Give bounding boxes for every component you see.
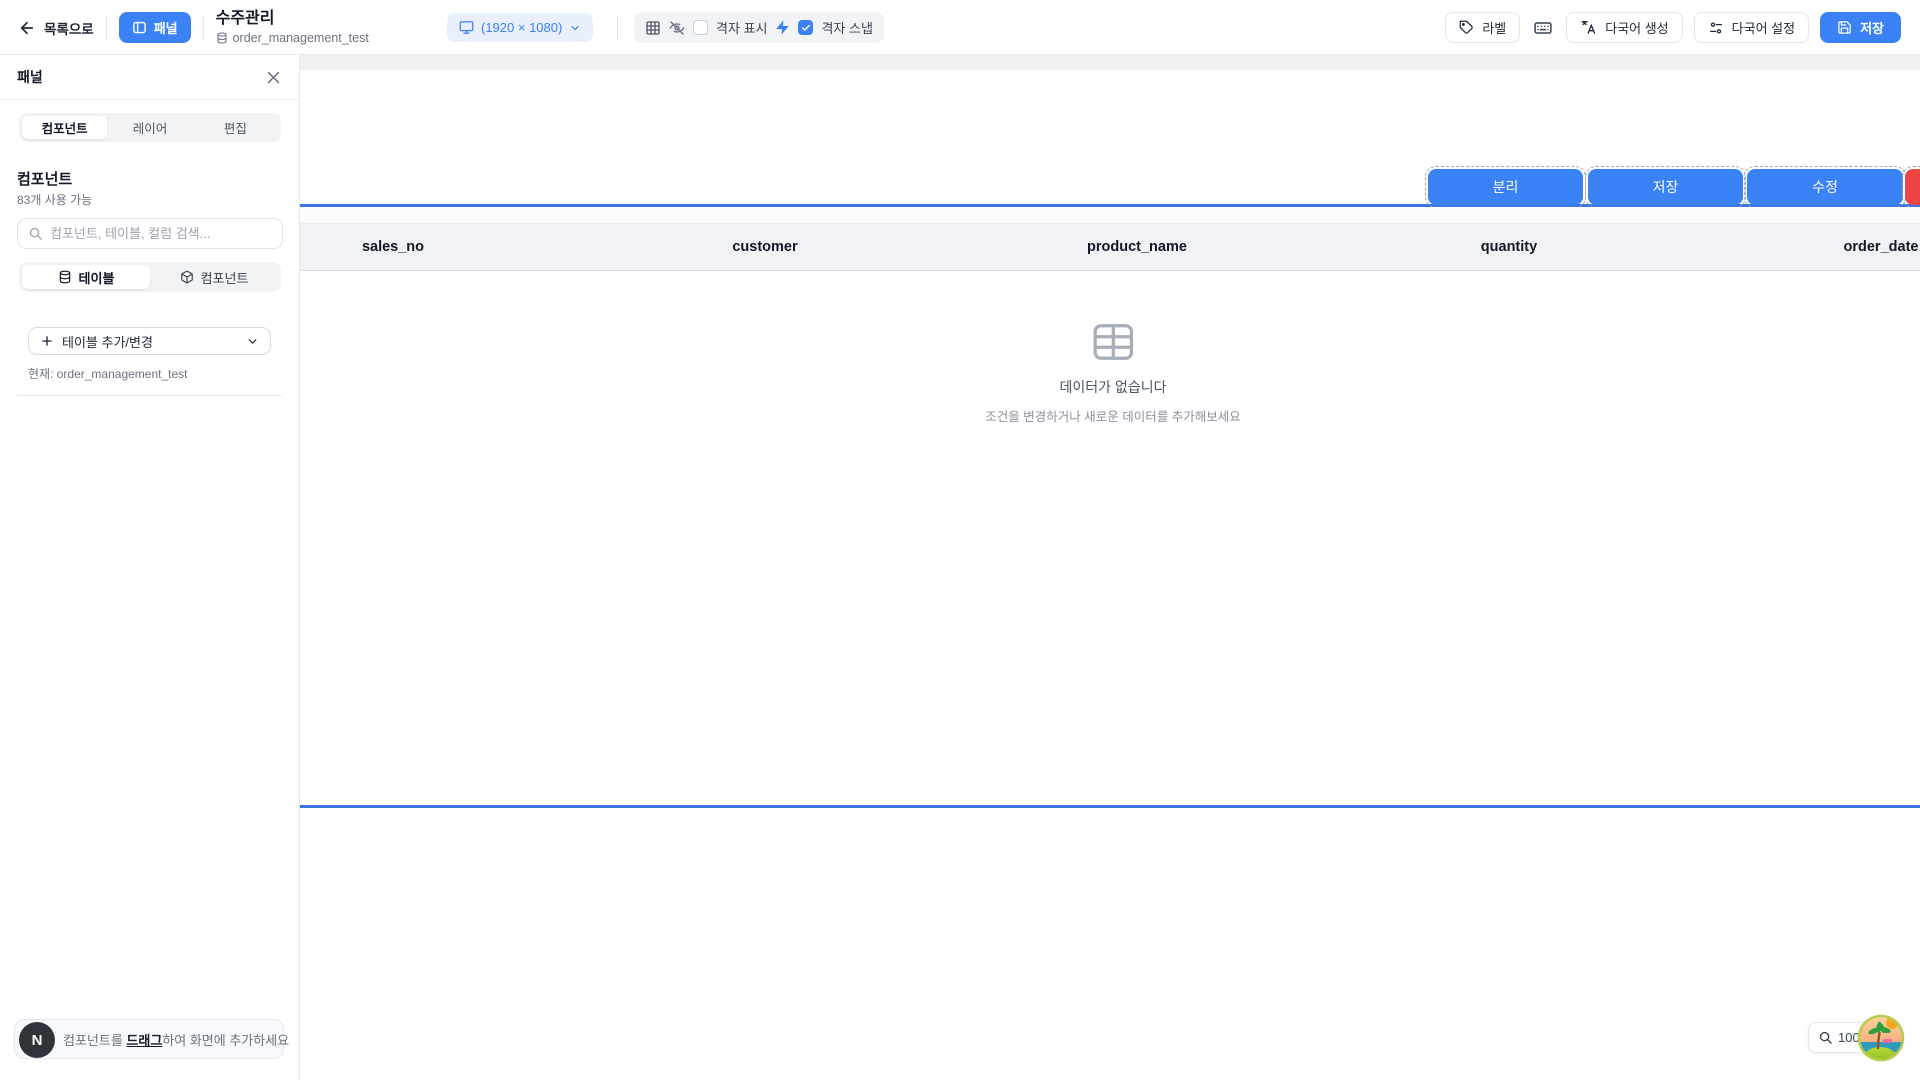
components-section-title: 컴포넌트 <box>17 168 72 189</box>
check-icon <box>801 23 811 33</box>
empty-state-subtitle: 조건을 변경하거나 새로운 데이터를 추가해보세요 <box>985 406 1240 425</box>
grid-icon[interactable] <box>645 20 661 36</box>
search-icon <box>28 226 43 241</box>
current-table-label: 현재: order_management_test <box>28 365 188 382</box>
tab-edit[interactable]: 편집 <box>193 116 278 139</box>
drag-hint-prefix: 컴포넌트를 <box>63 1033 126 1048</box>
eye-off-icon[interactable] <box>669 20 685 36</box>
i18n-generate-label: 다국어 생성 <box>1605 18 1668 37</box>
sidebar-panel-icon <box>132 20 147 35</box>
label-button-text: 라벨 <box>1482 18 1506 37</box>
save-button-label: 저장 <box>1860 18 1884 37</box>
tab-layers[interactable]: 레이어 <box>107 116 192 139</box>
i18n-generate-button[interactable]: 다국어 생성 <box>1566 12 1682 43</box>
empty-state-title: 데이터가 없습니다 <box>1060 377 1167 397</box>
canvas-split-button[interactable]: 분리 <box>1428 169 1583 205</box>
source-tab-components[interactable]: 컴포넌트 <box>150 265 278 289</box>
label-button[interactable]: 라벨 <box>1445 12 1520 43</box>
i18n-settings-label: 다국어 설정 <box>1732 18 1795 37</box>
keyboard-icon <box>1533 18 1553 38</box>
cube-icon <box>180 270 194 284</box>
lightning-icon <box>775 20 790 35</box>
grid-show-checkbox[interactable] <box>693 20 708 35</box>
save-icon <box>1837 20 1852 35</box>
component-search[interactable] <box>17 218 283 249</box>
close-icon <box>265 69 282 86</box>
back-arrow-icon <box>18 19 36 37</box>
grid-header-row: sales_no customer product_name quantity … <box>207 224 1920 271</box>
toolbar-divider <box>617 15 618 41</box>
selection-line-bottom <box>207 805 1920 808</box>
database-icon <box>216 32 228 44</box>
drag-hint-bold: 드래그 <box>126 1033 162 1048</box>
canvas-danger-button[interactable] <box>1905 169 1920 205</box>
source-tab-tables[interactable]: 테이블 <box>22 265 150 289</box>
column-header[interactable]: quantity <box>1323 239 1695 255</box>
page-title: 수주관리 <box>216 10 369 28</box>
back-to-list-label: 목록으로 <box>44 18 94 38</box>
column-header[interactable]: order_date <box>1695 239 1920 255</box>
title-block: 수주관리 order_management_test <box>216 10 369 45</box>
panel-toggle-button[interactable]: 패널 <box>119 12 191 43</box>
resolution-select[interactable]: (1920 × 1080) <box>447 13 593 42</box>
source-tab-bar: 테이블 컴포넌트 <box>19 262 281 292</box>
magnifier-icon <box>1818 1030 1833 1045</box>
column-header[interactable]: product_name <box>951 239 1323 255</box>
source-tab-tables-label: 테이블 <box>79 268 115 287</box>
page-subtitle: order_management_test <box>233 31 369 45</box>
save-button[interactable]: 저장 <box>1820 12 1901 43</box>
translate-icon <box>1580 19 1597 36</box>
source-tab-components-label: 컴포넌트 <box>201 268 249 287</box>
chevron-down-icon <box>246 335 259 348</box>
add-table-label: 테이블 추가/변경 <box>62 332 238 351</box>
chevron-down-icon <box>569 22 581 34</box>
column-header[interactable]: customer <box>579 239 951 255</box>
i18n-settings-button[interactable]: 다국어 설정 <box>1694 12 1809 43</box>
tab-components[interactable]: 컴포넌트 <box>22 116 107 139</box>
resolution-value: (1920 × 1080) <box>481 20 562 35</box>
panel-toggle-label: 패널 <box>154 18 178 37</box>
grid-toolstrip <box>207 207 1920 224</box>
grid-options-group: 격자 표시 격자 스냅 <box>634 12 884 43</box>
toolbar-divider <box>203 15 204 41</box>
sliders-icon <box>1708 20 1724 36</box>
data-grid-component[interactable]: sales_no customer product_name quantity … <box>207 207 1920 805</box>
grid-show-label: 격자 표시 <box>716 18 767 37</box>
presence-avatar: N <box>19 1022 55 1058</box>
back-to-list-button[interactable]: 목록으로 <box>18 18 94 38</box>
component-search-input[interactable] <box>50 226 272 241</box>
panel-divider <box>17 395 282 396</box>
editor-side-panel: 패널 컴포넌트 레이어 편집 컴포넌트 83개 사용 가능 테이블 컴포넌트 테… <box>0 55 300 1080</box>
grid-snap-checkbox[interactable] <box>798 20 813 35</box>
panel-title: 패널 <box>17 67 43 87</box>
tag-icon <box>1459 20 1474 35</box>
toolbar-divider <box>106 15 107 41</box>
grid-snap-label: 격자 스냅 <box>821 18 872 37</box>
drag-hint-suffix: 하여 화면에 추가하세요 <box>162 1033 289 1048</box>
panel-close-button[interactable] <box>265 69 282 86</box>
monitor-icon <box>459 20 474 35</box>
panel-tab-bar: 컴포넌트 레이어 편집 <box>19 113 281 142</box>
plus-icon <box>40 334 54 348</box>
top-toolbar: 목록으로 패널 수주관리 order_management_test (1920… <box>0 0 1920 55</box>
components-count: 83개 사용 가능 <box>17 191 92 208</box>
add-table-button[interactable]: 테이블 추가/변경 <box>28 327 271 355</box>
canvas-save-button[interactable]: 저장 <box>1588 169 1743 205</box>
table-empty-icon <box>1090 321 1136 363</box>
empty-state: 데이터가 없습니다 조건을 변경하거나 새로운 데이터를 추가해보세요 <box>985 321 1240 425</box>
canvas-edit-button[interactable]: 수정 <box>1747 169 1903 205</box>
database-icon <box>58 270 72 284</box>
keyboard-shortcuts-button[interactable] <box>1531 12 1555 43</box>
island-cursor-badge <box>1857 1014 1905 1062</box>
